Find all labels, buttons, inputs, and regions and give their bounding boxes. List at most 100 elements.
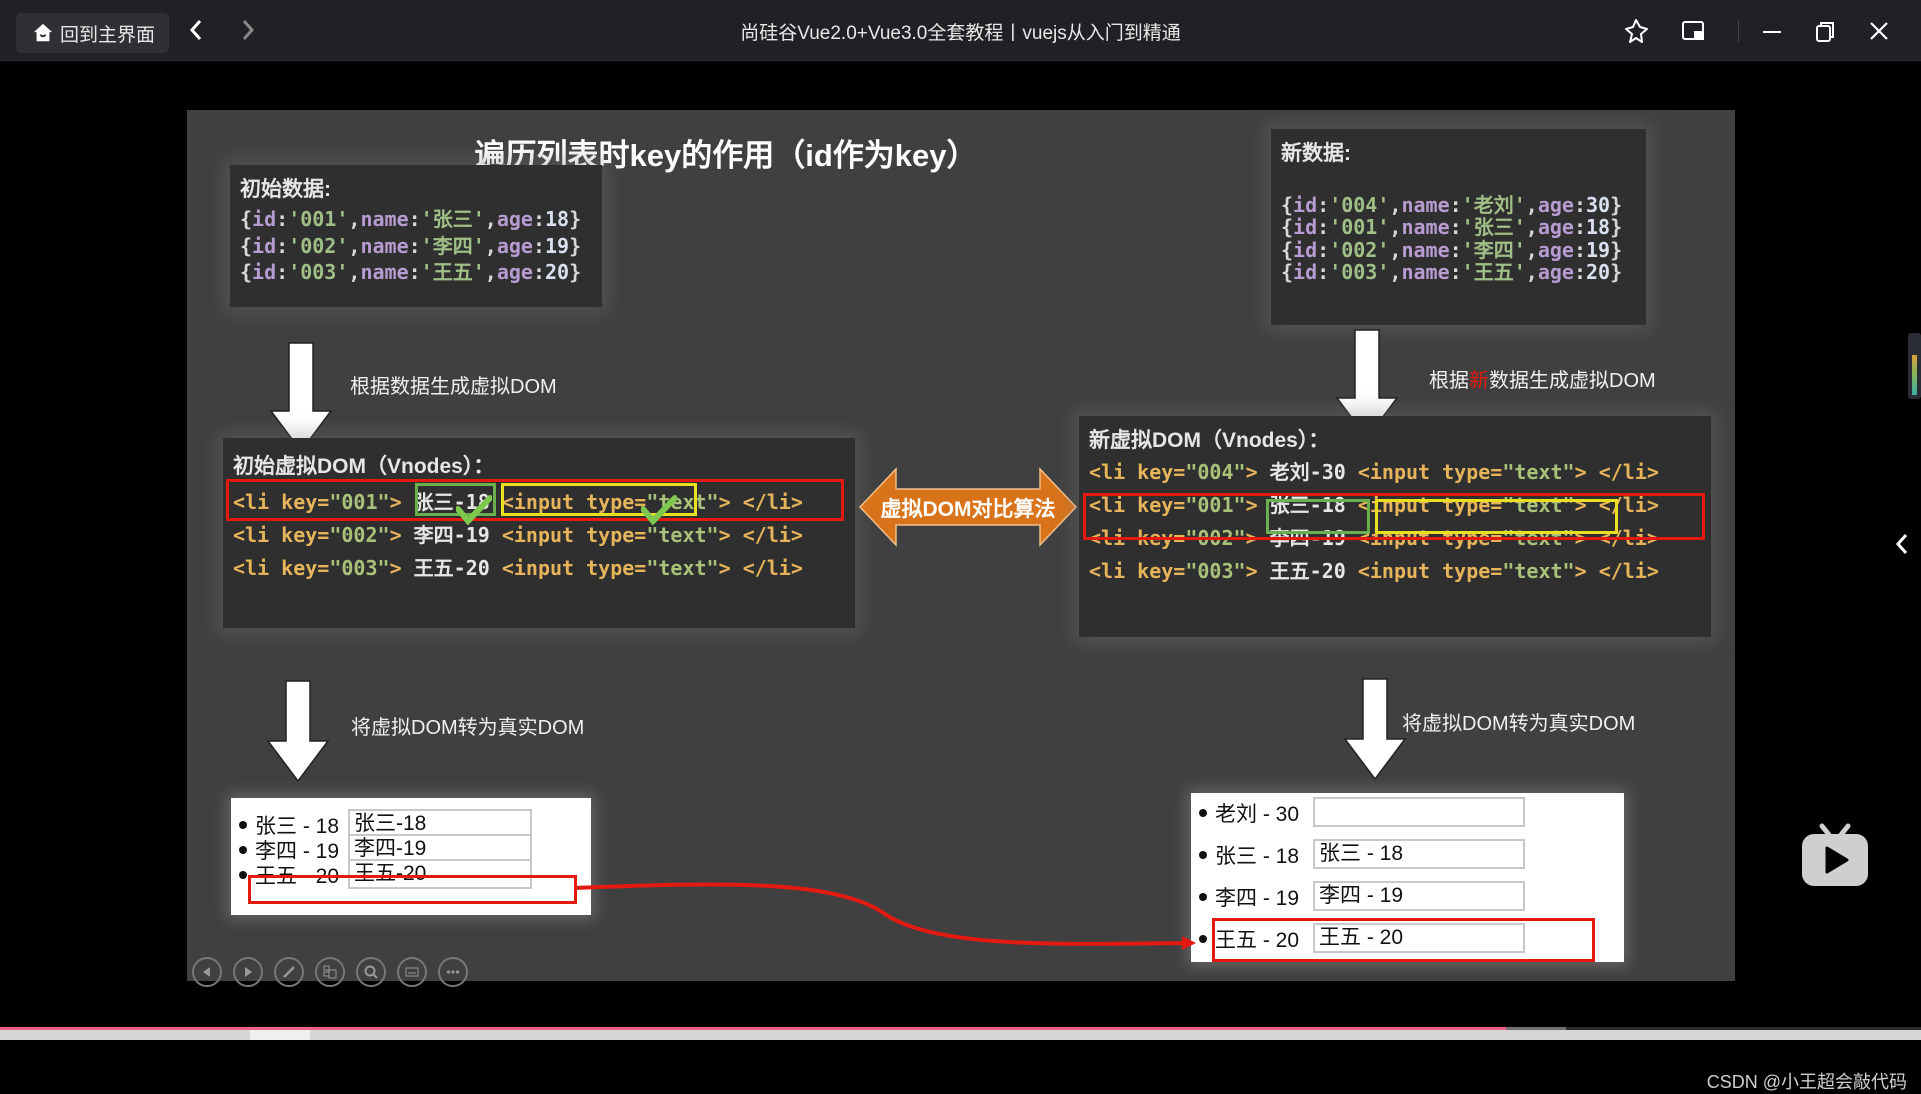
- tag-close: >: [1574, 559, 1599, 583]
- bottom-strip: [0, 1030, 1921, 1040]
- key-age: age: [496, 233, 533, 258]
- vnode-text: 李四-19: [413, 523, 502, 547]
- brace: }: [569, 260, 582, 284]
- data-row: {id:'004',name:'老刘',age:30}: [1281, 189, 1622, 217]
- highlight-box-green: [1266, 499, 1370, 534]
- highlight-box-red: [248, 875, 577, 904]
- forward-icon: [242, 20, 255, 40]
- vnode-row: <li key="002"> 李四-19 <input type="text">…: [233, 519, 803, 548]
- input-open-tag: <input: [1357, 460, 1443, 484]
- title-bar: 回到主界面 尚硅谷Vue2.0+Vue3.0全套教程丨vuejs从入门到精通: [0, 0, 1921, 61]
- back-button[interactable]: [181, 16, 211, 46]
- volume-level: [1912, 355, 1917, 395]
- pin-button[interactable]: [1621, 16, 1651, 46]
- more-button[interactable]: [438, 957, 468, 987]
- home-button[interactable]: 回到主界面: [16, 13, 170, 53]
- picture-in-picture-icon: [1682, 21, 1704, 40]
- data-row: {id:'003',name:'王五',age:20}: [240, 256, 582, 284]
- tag-close: >: [718, 556, 743, 580]
- next-slide-button[interactable]: [233, 957, 263, 987]
- colon: :: [276, 207, 289, 231]
- age-value: 18: [544, 207, 570, 231]
- restore-button[interactable]: [1810, 16, 1840, 46]
- gen-label-prefix: 根据: [1429, 370, 1469, 392]
- close-icon: [1870, 22, 1888, 40]
- slides-overview-icon: [323, 965, 337, 979]
- tag-close: >: [1245, 460, 1270, 484]
- type-value: "text": [646, 556, 719, 580]
- key-name: name: [360, 233, 409, 258]
- colon: :: [408, 207, 421, 231]
- bilibili-tv-icon[interactable]: [1800, 822, 1870, 888]
- tag-close: >: [718, 523, 743, 547]
- collapse-panel-icon[interactable]: [1893, 531, 1911, 557]
- colon: :: [532, 260, 545, 284]
- tag-close: >: [1245, 559, 1270, 583]
- name-value: '王五': [1461, 259, 1526, 284]
- pip-button[interactable]: [1679, 16, 1709, 46]
- subtitle-button[interactable]: [397, 957, 427, 987]
- text-input[interactable]: [1313, 797, 1525, 827]
- key-age: age: [1537, 259, 1574, 284]
- zoom-button[interactable]: [356, 957, 386, 987]
- bullet: [1199, 851, 1207, 859]
- li-close-tag: </li>: [742, 556, 803, 580]
- titlebar-separator: [1738, 20, 1739, 42]
- pin-icon: [1625, 19, 1648, 43]
- slide: 遍历列表时key的作用（id作为key） 初始数据: {id:'001',nam…: [187, 110, 1735, 981]
- input-open-tag: <input: [501, 523, 587, 547]
- id-value: '002': [288, 233, 349, 258]
- key-value: "004": [1185, 460, 1246, 484]
- bullet: [239, 846, 247, 854]
- text-input[interactable]: 张三 - 18: [1313, 839, 1525, 869]
- text-input[interactable]: 李四 - 19: [1313, 881, 1525, 911]
- tag-close: >: [389, 523, 414, 547]
- slides-overview-button[interactable]: [315, 957, 345, 987]
- brace: {: [240, 207, 253, 231]
- brace: }: [1610, 259, 1623, 284]
- brace: {: [240, 233, 253, 258]
- key-name: name: [1401, 259, 1450, 284]
- key-attr: key=: [281, 523, 330, 547]
- key-id: id: [252, 207, 277, 231]
- type-value: "text": [1502, 460, 1575, 484]
- video-stage[interactable]: 遍历列表时key的作用（id作为key） 初始数据: {id:'001',nam…: [0, 61, 1921, 1092]
- vnode-text: 王五-20: [1269, 559, 1358, 583]
- gen-label-suffix: 数据生成虚拟DOM: [1489, 370, 1656, 392]
- compare-label: 虚拟DOM对比算法: [880, 498, 1056, 521]
- key-attr: key=: [1137, 559, 1186, 583]
- li-open-tag: <li: [233, 523, 282, 547]
- data-row: {id:'002',name:'李四',age:19}: [1281, 234, 1622, 262]
- bullet: [239, 821, 247, 829]
- new-data-panel: 新数据: {id:'004',name:'老刘',age:30} {id:'001…: [1271, 129, 1646, 325]
- initial-data-rows: {id:'001',name:'张三',age:18} {id:'002',nam…: [240, 203, 582, 284]
- pen-button[interactable]: [274, 957, 304, 987]
- age-value: 20: [1585, 259, 1611, 284]
- volume-meter[interactable]: [1908, 333, 1921, 399]
- id-value: '003': [288, 260, 349, 284]
- brace: {: [240, 260, 253, 284]
- prev-slide-icon: [203, 967, 210, 977]
- prev-slide-button[interactable]: [192, 957, 222, 987]
- forward-button[interactable]: [233, 16, 263, 46]
- home-icon: [33, 23, 53, 42]
- subtitle-icon: [405, 967, 419, 977]
- type-value: "text": [646, 523, 719, 547]
- colon: :: [1449, 259, 1462, 284]
- initial-data-panel: 初始数据: {id:'001',name:'张三',age:18} {id:'00…: [230, 165, 602, 307]
- data-row: {id:'002',name:'李四',age:19}: [240, 230, 581, 258]
- colon: :: [532, 233, 545, 258]
- more-icon: [446, 970, 460, 974]
- vnode-text: 老刘-30: [1269, 460, 1358, 484]
- colon: :: [1573, 259, 1586, 284]
- checkmark-icon: [456, 495, 492, 525]
- name-value: '张三': [420, 207, 485, 231]
- bullet: [1199, 809, 1207, 817]
- connector-arrow: [573, 882, 1196, 950]
- minimize-button[interactable]: [1757, 16, 1787, 46]
- tag-close: >: [1574, 460, 1599, 484]
- li-close-tag: </li>: [742, 523, 803, 547]
- close-button[interactable]: [1864, 16, 1894, 46]
- comma: ,: [348, 233, 361, 258]
- data-row: {id:'001',name:'张三',age:18}: [240, 203, 581, 231]
